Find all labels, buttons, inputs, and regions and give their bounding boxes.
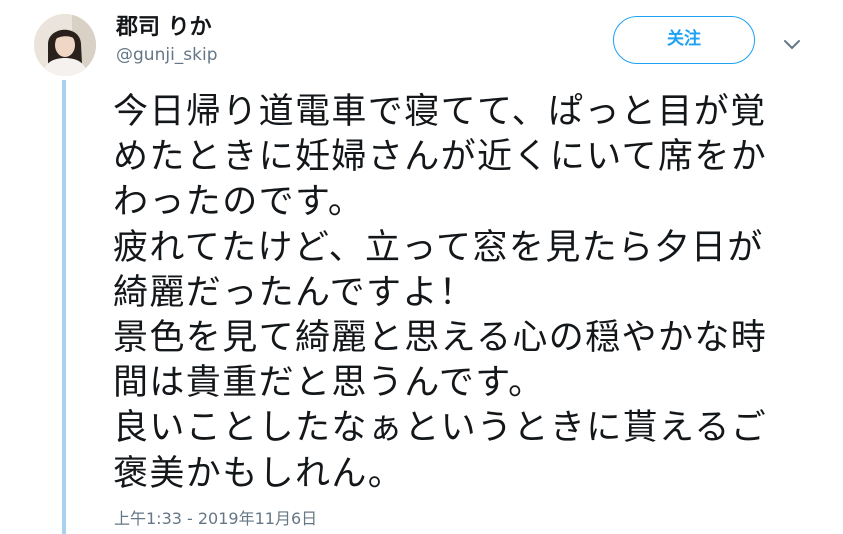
tweet-text-line: 褒美かもしれん。 [113, 453, 405, 494]
display-name[interactable]: 郡司 りか [116, 14, 212, 42]
user-handle[interactable]: @gunji_skip [116, 44, 218, 66]
tweet-text-line: わったのです。 [113, 182, 365, 223]
tweet-text: 今日帰り道電車で寝てて、ぱっと目が覚 めたときに妊婦さんが近くにいて席をか わっ… [113, 90, 803, 497]
tweet-text-line: 今日帰り道電車で寝てて、ぱっと目が覚 [113, 92, 767, 132]
tweet-text-line: 綺麗だったんですよ！ [113, 272, 476, 313]
follow-button[interactable]: 关注 [613, 16, 755, 64]
tweet-text-line: 景色を見て綺麗と思える心の穏やかな時 [113, 318, 768, 359]
chevron-down-icon[interactable] [780, 32, 804, 56]
avatar-image [34, 14, 96, 76]
tweet-timestamp[interactable]: 上午1:33 - 2019年11月6日 [114, 508, 317, 530]
avatar[interactable] [34, 14, 96, 76]
tweet-text-line: 間は貴重だと思うんです。 [113, 363, 545, 404]
tweet-text-line: めたときに妊婦さんが近くにいて席をか [113, 137, 768, 178]
tweet-text-line: 疲れてたけど、立って窓を見たら夕日が [113, 227, 764, 268]
thread-line [62, 80, 66, 534]
tweet-text-line: 良いことしたなぁというときに貰えるご [113, 408, 768, 449]
tweet-card: 郡司 りか @gunji_skip 关注 今日帰り道電車で寝てて、ぱっと目が覚 … [0, 0, 843, 534]
